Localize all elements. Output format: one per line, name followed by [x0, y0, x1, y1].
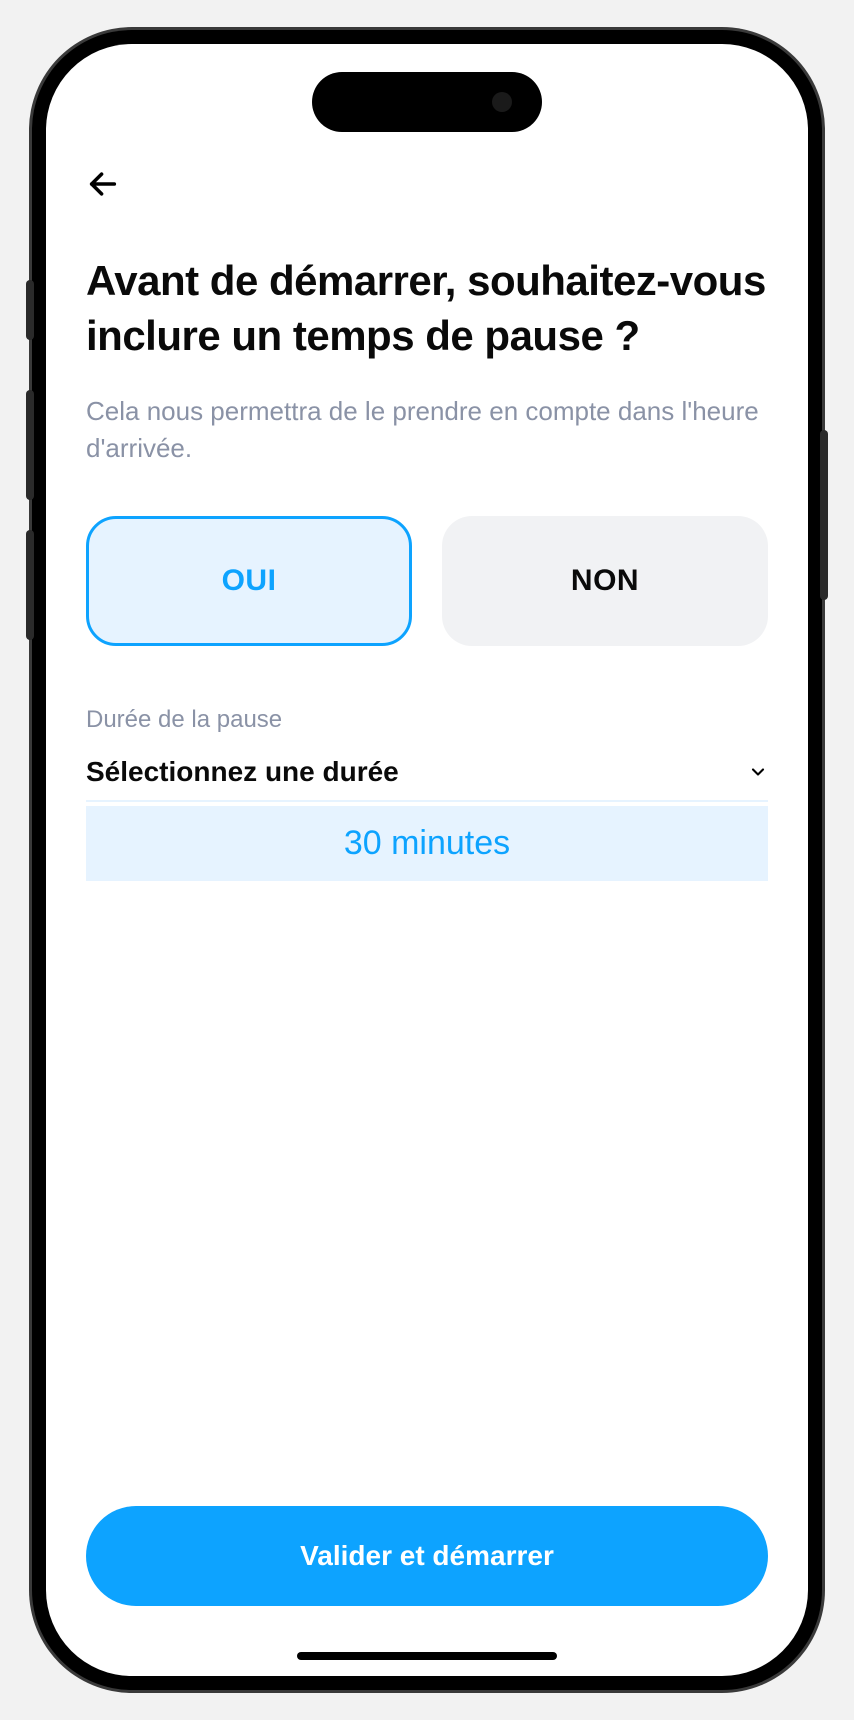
option-yes-button[interactable]: OUI: [86, 516, 412, 646]
phone-frame: Avant de démarrer, souhaitez-vous inclur…: [32, 30, 822, 1690]
option-no-label: NON: [571, 564, 639, 598]
arrow-left-icon: [86, 167, 120, 201]
spacer: [86, 881, 768, 1506]
option-yes-label: OUI: [222, 564, 277, 598]
option-no-button[interactable]: NON: [442, 516, 768, 646]
duration-label: Durée de la pause: [86, 706, 768, 734]
volume-down-button: [26, 530, 34, 640]
home-indicator[interactable]: [297, 1652, 557, 1660]
power-button: [820, 430, 828, 600]
dynamic-island: [312, 72, 542, 132]
option-row: OUI NON: [86, 516, 768, 646]
duration-select[interactable]: Sélectionnez une durée: [86, 756, 768, 802]
chevron-down-icon: [748, 762, 768, 782]
phone-screen: Avant de démarrer, souhaitez-vous inclur…: [46, 44, 808, 1676]
volume-up-button: [26, 390, 34, 500]
validate-start-label: Valider et démarrer: [300, 1540, 554, 1571]
screen-content: Avant de démarrer, souhaitez-vous inclur…: [46, 44, 808, 1676]
validate-start-button[interactable]: Valider et démarrer: [86, 1506, 768, 1606]
side-button: [26, 280, 34, 340]
duration-select-text: Sélectionnez une durée: [86, 756, 399, 788]
page-title: Avant de démarrer, souhaitez-vous inclur…: [86, 254, 768, 363]
page-subtitle: Cela nous permettra de le prendre en com…: [86, 393, 768, 466]
duration-option[interactable]: 30 minutes: [86, 806, 768, 881]
back-button[interactable]: [86, 164, 126, 204]
